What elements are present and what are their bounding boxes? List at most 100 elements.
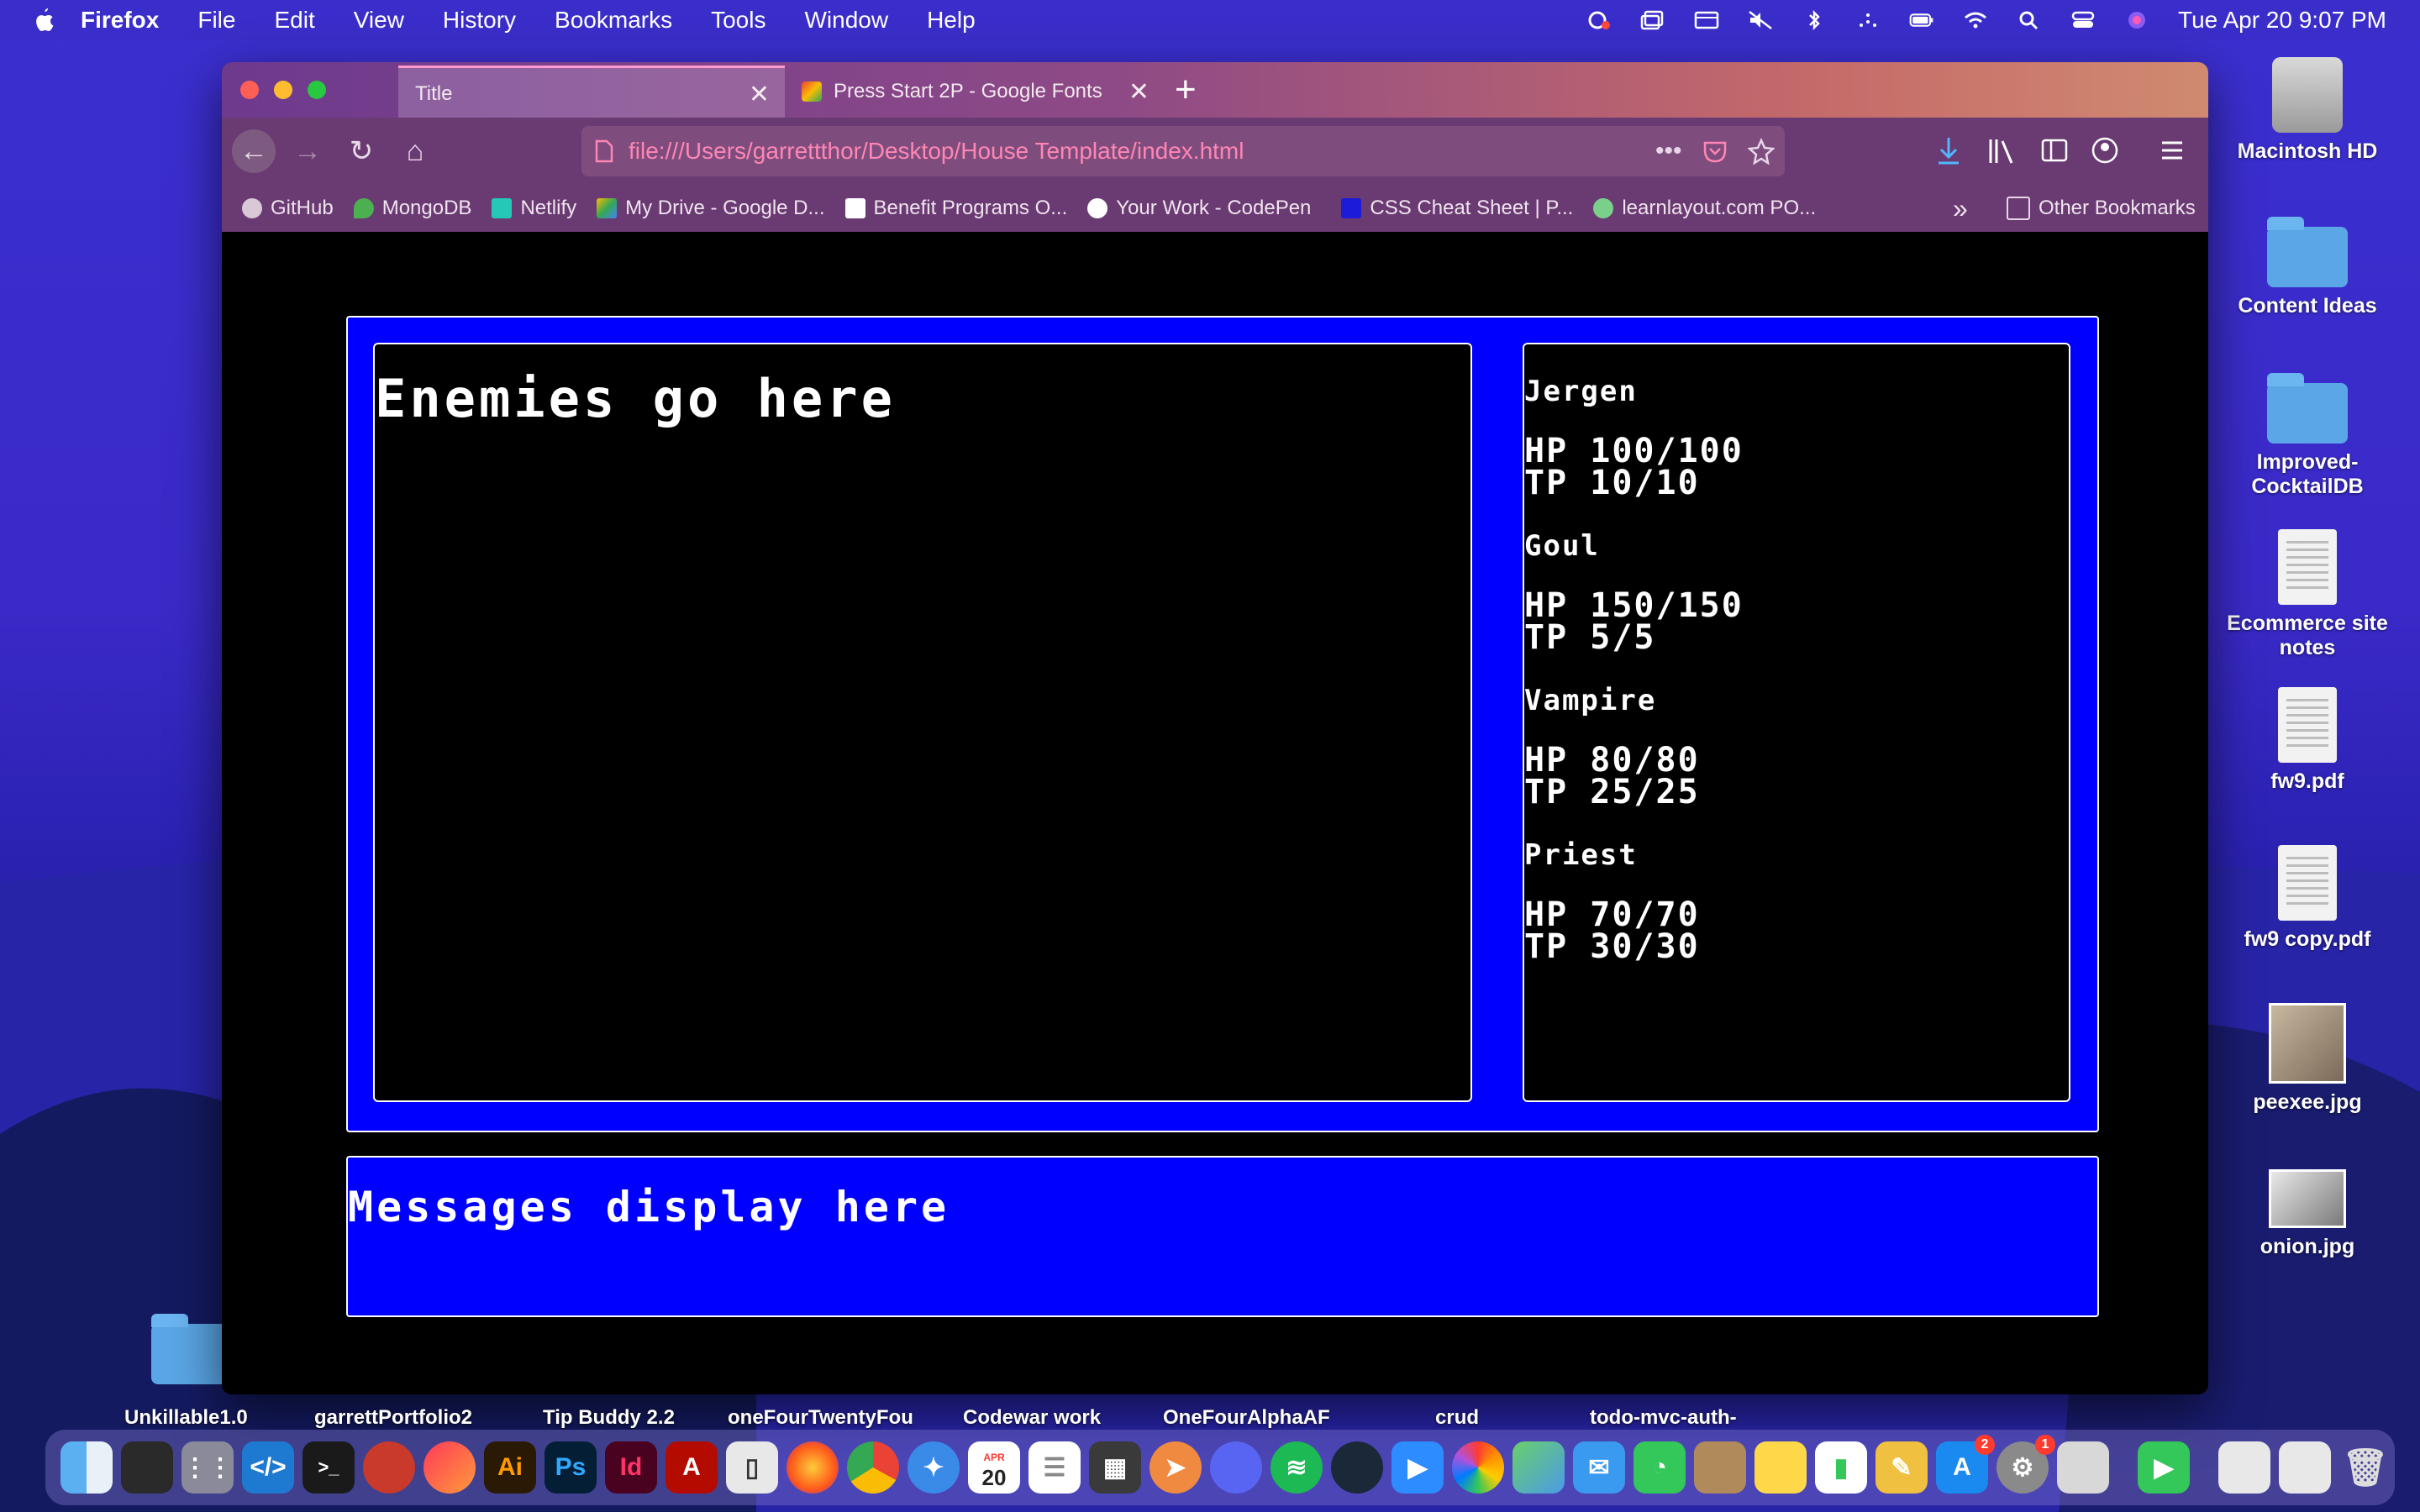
library-icon[interactable] [1986, 136, 2017, 166]
desktop-item-onion-jpg[interactable]: onion.jpg [2223, 1169, 2391, 1259]
discord-icon[interactable] [1210, 1441, 1262, 1494]
hamburger-menu-icon[interactable] [2160, 138, 2185, 163]
documents-stack-icon[interactable] [2279, 1441, 2331, 1494]
desktop-folder-label[interactable]: Codewar work [963, 1406, 1101, 1430]
bluetooth-icon[interactable] [1802, 10, 1827, 30]
preview-icon[interactable] [2057, 1441, 2109, 1494]
desktop-item-fw9-copy-pdf[interactable]: fw9 copy.pdf [2223, 845, 2391, 952]
account-icon[interactable] [2091, 136, 2119, 165]
page-actions-icon[interactable]: ••• [1655, 137, 1682, 165]
window-manager-icon[interactable] [1694, 10, 1719, 30]
bookmark-netlify[interactable]: Netlify [492, 197, 576, 220]
tab-press-start-2p[interactable]: Press Start 2P - Google Fonts ✕ [786, 66, 1165, 118]
menu-clock[interactable]: Tue Apr 20 9:07 PM [2178, 7, 2386, 34]
photoshop-icon[interactable]: Ps [544, 1441, 597, 1494]
zoom-window-button[interactable] [308, 81, 326, 99]
mission-control-icon[interactable] [121, 1441, 173, 1494]
url-bar[interactable]: ••• [581, 126, 1785, 176]
mute-icon[interactable] [1748, 10, 1773, 30]
system-preferences-icon[interactable]: ⚙ 1 [1996, 1435, 2055, 1494]
downloads-stack-icon[interactable] [2218, 1441, 2270, 1494]
bookmark-benefit-programs[interactable]: Benefit Programs O... [844, 197, 1067, 220]
control-center-icon[interactable] [2070, 10, 2096, 30]
forward-icon[interactable]: → [286, 129, 329, 173]
bookmark-codepen[interactable]: Your Work - CodePen [1087, 197, 1311, 220]
trash-icon[interactable]: 🗑 [2339, 1441, 2391, 1494]
url-input[interactable] [627, 137, 1639, 165]
desktop-folder-label[interactable]: crud [1435, 1406, 1479, 1430]
acrobat-icon[interactable]: A [666, 1441, 718, 1494]
calendar-icon[interactable]: APR 20 [968, 1441, 1020, 1494]
desktop-item-peexee-jpg[interactable]: peexee.jpg [2223, 1003, 2391, 1115]
finder-icon[interactable] [60, 1441, 113, 1494]
maps-icon[interactable] [1512, 1441, 1565, 1494]
zoom-icon[interactable]: ▶ [1392, 1441, 1444, 1494]
desktop-item-ecommerce-notes[interactable]: Ecommerce site notes [2223, 529, 2391, 660]
desktop-item-macintosh-hd[interactable]: Macintosh HD [2223, 57, 2391, 164]
terminal-icon[interactable]: >_ [302, 1441, 355, 1494]
desktop-folder-label[interactable]: todo-mvc-auth- [1590, 1406, 1737, 1430]
menu-app-firefox[interactable]: Firefox [81, 7, 159, 34]
minimize-window-button[interactable] [274, 81, 292, 99]
tab-title[interactable]: Title ✕ [398, 66, 785, 120]
bookmark-star-icon[interactable] [1747, 138, 1775, 165]
calculator-icon[interactable]: ▦ [1089, 1441, 1141, 1494]
bookmark-learnlayout[interactable]: learnlayout.com PO... [1593, 197, 1816, 220]
home-icon[interactable]: ⌂ [393, 129, 437, 173]
desktop-folder-label[interactable]: Unkillable1.0 [124, 1406, 248, 1430]
spotify-icon[interactable]: ≋ [1270, 1441, 1323, 1494]
close-tab-icon[interactable]: ✕ [1128, 77, 1150, 107]
desktop-item-content-ideas[interactable]: Content Ideas [2223, 217, 2391, 318]
contacts-icon[interactable] [1694, 1441, 1746, 1494]
facetime-icon[interactable]: ▶ [2138, 1441, 2190, 1494]
more-bookmarks-icon[interactable]: » [1953, 193, 1968, 224]
menu-file[interactable]: File [197, 7, 235, 34]
desktop-item-improved-cocktaildb[interactable]: Improved-CocktailDB [2223, 373, 2391, 499]
vscode-icon[interactable]: </> [242, 1441, 294, 1494]
pocket-icon[interactable] [1702, 139, 1728, 164]
menu-window[interactable]: Window [804, 7, 888, 34]
airdrop-icon[interactable] [1855, 10, 1881, 30]
menu-view[interactable]: View [354, 7, 404, 34]
desktop-folder-unkillable[interactable] [151, 1314, 232, 1384]
indesign-icon[interactable]: Id [605, 1441, 657, 1494]
downloads-icon[interactable] [1936, 136, 1961, 166]
app-store-icon[interactable]: A 2 [1936, 1435, 1995, 1494]
desktop-item-fw9-pdf[interactable]: fw9.pdf [2223, 687, 2391, 794]
bookmark-github[interactable]: GitHub [242, 197, 334, 220]
mail-icon[interactable]: ✉ [1573, 1441, 1625, 1494]
creative-cloud-status-icon[interactable] [1586, 10, 1612, 30]
firefox-icon[interactable] [786, 1441, 839, 1494]
safari-browser-icon[interactable]: ✦ [908, 1441, 960, 1494]
close-tab-icon[interactable]: ✕ [749, 80, 770, 109]
reminders-icon[interactable]: ☰ [1028, 1441, 1081, 1494]
siri-icon[interactable] [2124, 10, 2149, 30]
menu-history[interactable]: History [443, 7, 516, 34]
bookmark-google-drive[interactable]: My Drive - Google D... [597, 197, 825, 220]
close-window-button[interactable] [240, 81, 259, 99]
back-icon[interactable]: ← [232, 129, 276, 173]
bookmark-mongodb[interactable]: MongoDB [353, 197, 471, 220]
steam-icon[interactable] [1331, 1441, 1383, 1494]
photos-icon[interactable] [1452, 1441, 1504, 1494]
menu-bookmarks[interactable]: Bookmarks [555, 7, 672, 34]
desktop-folder-label[interactable]: garrettPortfolio2 [314, 1406, 472, 1430]
desktop-folder-label[interactable]: OneFourAlphaAF [1163, 1406, 1330, 1430]
pages-icon[interactable]: ✎ [1876, 1441, 1928, 1494]
notes-icon[interactable] [1754, 1441, 1807, 1494]
spotlight-search-icon[interactable] [2017, 10, 2042, 30]
reload-icon[interactable]: ↻ [339, 129, 383, 173]
new-tab-icon[interactable]: + [1175, 69, 1197, 111]
apple-icon[interactable] [34, 8, 54, 32]
screens-icon[interactable] [1640, 10, 1665, 30]
other-bookmarks[interactable]: Other Bookmarks [2007, 197, 2196, 220]
numbers-icon[interactable]: ▮ [1815, 1441, 1867, 1494]
messages-icon[interactable]: ◔ [1634, 1441, 1686, 1494]
menu-tools[interactable]: Tools [711, 7, 765, 34]
whiteboard-icon[interactable]: ▯ [726, 1441, 778, 1494]
chrome-icon[interactable] [847, 1441, 899, 1494]
creative-cloud-icon[interactable] [424, 1441, 476, 1494]
illustrator-icon[interactable]: Ai [484, 1441, 536, 1494]
menu-edit[interactable]: Edit [274, 7, 314, 34]
wifi-icon[interactable] [1963, 10, 1988, 30]
